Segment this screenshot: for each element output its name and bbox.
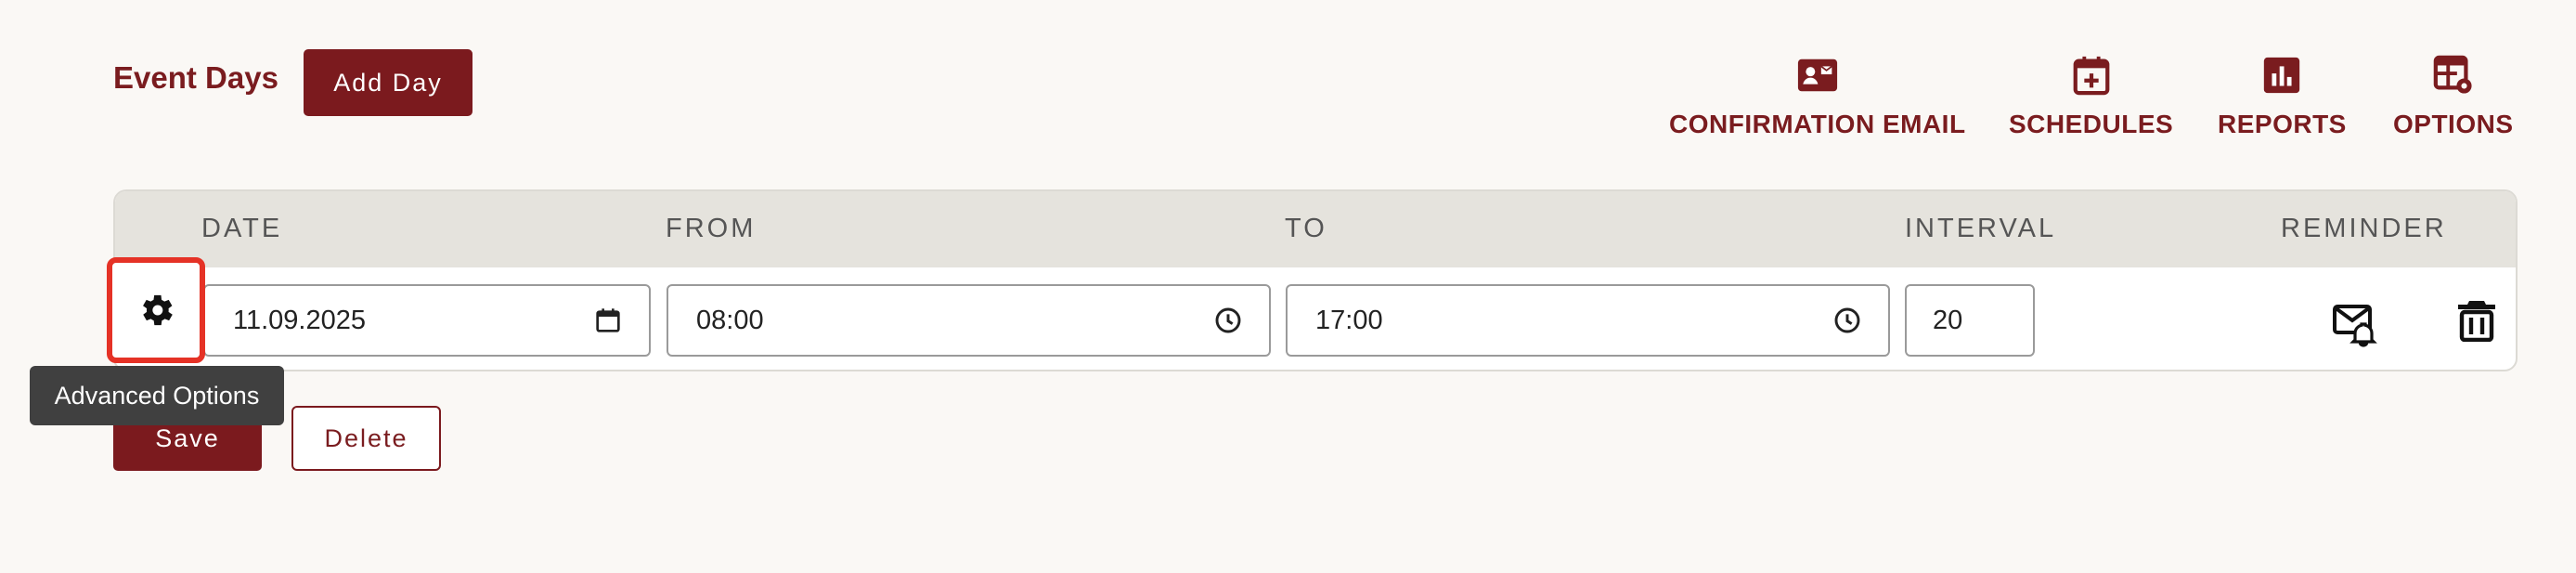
nav-reports[interactable]: REPORTS: [2218, 54, 2347, 139]
nav-schedules[interactable]: SCHEDULES: [2009, 54, 2173, 139]
contact-card-icon: [1797, 59, 1837, 92]
advanced-options-tooltip: Advanced Options: [30, 366, 284, 425]
from-time-input[interactable]: 08:00: [667, 284, 1271, 357]
gear-icon: [143, 294, 173, 326]
nav-label: OPTIONS: [2393, 110, 2514, 138]
column-header-from: FROM: [666, 214, 757, 243]
date-value: 11.09.2025: [233, 305, 366, 335]
column-header-date: DATE: [201, 214, 283, 243]
calendar-icon[interactable]: [593, 306, 623, 335]
table-header: DATE FROM TO INTERVAL REMINDER: [115, 191, 2516, 267]
page-title: Event Days: [113, 60, 278, 95]
email-reminder-icon[interactable]: [2332, 299, 2380, 347]
add-day-button[interactable]: Add Day: [304, 49, 472, 116]
clock-icon[interactable]: [1213, 306, 1243, 335]
column-header-to: TO: [1285, 214, 1327, 243]
nav-confirmation-email[interactable]: CONFIRMATION EMAIL: [1669, 54, 1966, 139]
calendar-add-icon: [2073, 56, 2109, 96]
column-header-interval: INTERVAL: [1905, 214, 2057, 243]
nav-label: CONFIRMATION EMAIL: [1669, 110, 1966, 138]
nav-label: REPORTS: [2218, 110, 2347, 138]
to-time-value: 17:00: [1315, 305, 1383, 335]
column-header-reminder: REMINDER: [2281, 214, 2447, 243]
advanced-options-button[interactable]: [107, 257, 205, 363]
to-time-input[interactable]: 17:00: [1286, 284, 1890, 357]
trash-icon[interactable]: [2456, 297, 2497, 342]
date-input[interactable]: 11.09.2025: [203, 284, 651, 357]
clock-icon[interactable]: [1832, 306, 1862, 335]
from-time-value: 08:00: [696, 305, 764, 335]
delete-button[interactable]: Delete: [291, 406, 441, 471]
event-days-table: DATE FROM TO INTERVAL REMINDER 11.09.202…: [113, 189, 2518, 371]
interval-input[interactable]: 20: [1905, 284, 2035, 357]
table-settings-icon: [2433, 55, 2472, 94]
nav-options[interactable]: OPTIONS: [2393, 54, 2514, 139]
bar-chart-icon: [2264, 57, 2300, 94]
interval-value: 20: [1933, 305, 1963, 335]
nav-label: SCHEDULES: [2009, 110, 2174, 138]
